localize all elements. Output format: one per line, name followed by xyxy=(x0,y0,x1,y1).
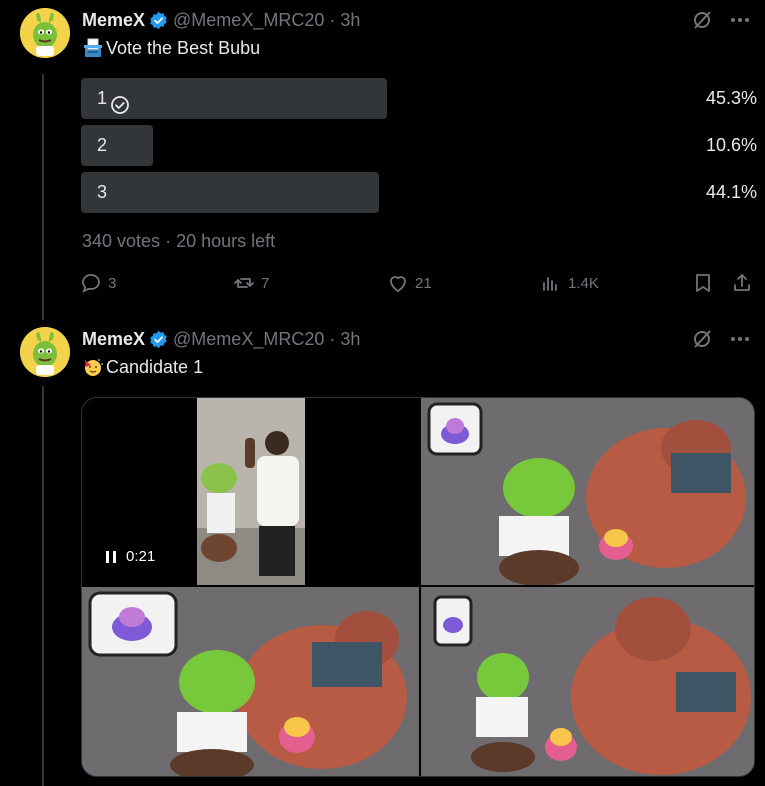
more-options-icon[interactable] xyxy=(729,9,751,31)
poll-percent: 10.6% xyxy=(705,135,757,155)
separator: · xyxy=(165,231,172,251)
display-name[interactable]: MemeX xyxy=(82,329,145,350)
separator: · xyxy=(329,328,336,349)
views-icon xyxy=(543,277,557,291)
tweet-header: MemeX @MemeX_MRC20 · 3h xyxy=(82,328,360,350)
tweet-body: Candidate 1 xyxy=(106,356,204,377)
media-image[interactable] xyxy=(82,587,419,776)
repost-button[interactable]: 7 xyxy=(233,272,269,294)
pause-icon[interactable] xyxy=(104,550,118,564)
verified-badge-icon xyxy=(149,11,168,30)
display-name[interactable]: MemeX xyxy=(82,10,145,31)
user-handle[interactable]: @MemeX_MRC20 xyxy=(173,329,324,350)
reply-count: 3 xyxy=(108,274,117,292)
poll-votes: 340 votes xyxy=(82,231,161,251)
grok-icon[interactable] xyxy=(691,9,713,31)
separator: · xyxy=(329,9,336,30)
bookmark-icon xyxy=(696,274,710,292)
poll-bar xyxy=(81,172,379,213)
thread-line xyxy=(42,386,44,786)
video-controls: 0:21 xyxy=(104,548,155,565)
more-options-icon[interactable] xyxy=(729,328,751,350)
poll-option[interactable]: 3 44.1% xyxy=(81,172,757,213)
bookmark-button[interactable] xyxy=(692,272,714,294)
poll-option-label: 3 xyxy=(97,182,108,202)
verified-badge-icon xyxy=(149,330,168,349)
grok-icon[interactable] xyxy=(691,328,713,350)
tweet-body: Vote the Best Bubu xyxy=(106,37,261,58)
like-count: 21 xyxy=(415,274,432,292)
media-grid: 0:21 xyxy=(81,397,755,777)
check-circle-icon xyxy=(110,89,130,114)
poll-option[interactable]: 1 45.3% xyxy=(81,78,757,119)
share-button[interactable] xyxy=(731,272,753,294)
repost-icon xyxy=(234,278,254,288)
views-button[interactable]: 1.4K xyxy=(540,272,599,294)
poll-percent: 45.3% xyxy=(705,88,757,108)
avatar[interactable] xyxy=(20,327,70,377)
video-duration: 0:21 xyxy=(126,548,156,565)
heart-icon xyxy=(390,276,406,292)
action-bar: 3 7 21 1.4K xyxy=(80,272,755,296)
thread-line xyxy=(42,74,44,320)
partying-face-icon xyxy=(82,356,104,378)
poll-meta: 340 votes · 20 hours left xyxy=(82,231,275,252)
tweet-text: Candidate 1 xyxy=(82,356,203,378)
poll-option[interactable]: 2 10.6% xyxy=(81,125,757,166)
poll-option-label: 2 xyxy=(97,135,108,155)
media-image[interactable] xyxy=(421,587,754,776)
like-button[interactable]: 21 xyxy=(387,272,432,294)
repost-count: 7 xyxy=(261,274,270,292)
tweet-text: Vote the Best Bubu xyxy=(82,37,260,59)
video-thumbnail xyxy=(197,398,305,585)
media-image[interactable] xyxy=(421,398,754,585)
ballot-box-icon xyxy=(82,37,104,59)
poll-option-label: 1 xyxy=(97,88,108,108)
reply-icon xyxy=(82,274,100,293)
tweet-header: MemeX @MemeX_MRC20 · 3h xyxy=(82,9,360,31)
views-count: 1.4K xyxy=(568,274,599,292)
poll-bar xyxy=(81,125,153,166)
poll-time-left: 20 hours left xyxy=(176,231,276,251)
share-icon xyxy=(734,274,750,291)
timestamp[interactable]: 3h xyxy=(340,10,360,31)
user-handle[interactable]: @MemeX_MRC20 xyxy=(173,10,324,31)
reply-button[interactable]: 3 xyxy=(80,272,116,294)
timestamp[interactable]: 3h xyxy=(340,329,360,350)
video-player[interactable]: 0:21 xyxy=(82,398,419,585)
poll-percent: 44.1% xyxy=(705,182,757,202)
avatar[interactable] xyxy=(20,8,70,58)
